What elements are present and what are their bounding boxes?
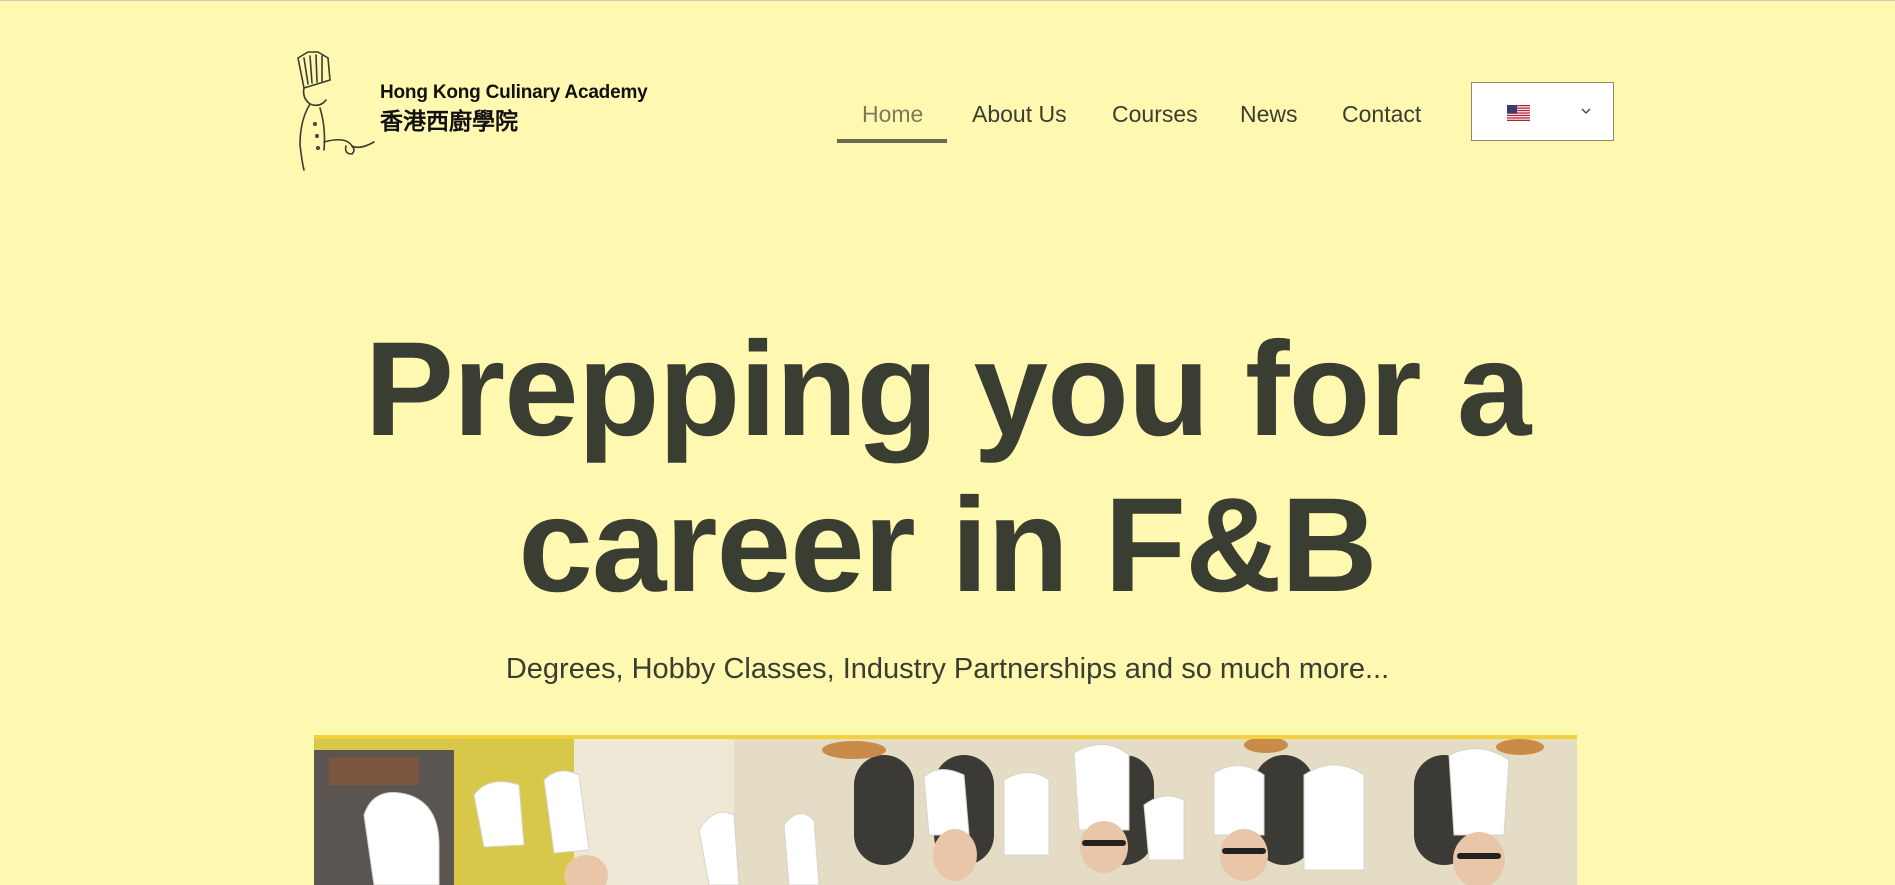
page: Hong Kong Culinary Academy 香港西廚學院 Home A… [0, 0, 1895, 885]
hero-title-line-1: Prepping you for a [364, 315, 1532, 464]
top-divider [0, 0, 1895, 1]
nav-home[interactable]: Home [862, 99, 923, 129]
hero-photo [314, 735, 1577, 885]
nav-courses[interactable]: Courses [1112, 99, 1198, 129]
nav-about-us[interactable]: About Us [972, 99, 1067, 129]
brand-name-en: Hong Kong Culinary Academy [380, 82, 648, 103]
hero-subtitle: Degrees, Hobby Classes, Industry Partner… [505, 653, 1390, 685]
nav-news[interactable]: News [1240, 99, 1298, 129]
language-selector[interactable] [1471, 82, 1614, 141]
hero-title-line-2: career in F&B [518, 471, 1377, 620]
chef-logo-icon[interactable] [290, 50, 380, 175]
brand[interactable]: Hong Kong Culinary Academy 香港西廚學院 [380, 82, 648, 135]
brand-name-zh: 香港西廚學院 [380, 108, 518, 134]
hero-title: Prepping you for a career in F&B [0, 312, 1895, 624]
us-flag-icon [1507, 105, 1530, 121]
nav-contact[interactable]: Contact [1342, 99, 1421, 129]
nav-active-indicator [837, 139, 947, 143]
chevron-down-icon [1581, 108, 1591, 114]
